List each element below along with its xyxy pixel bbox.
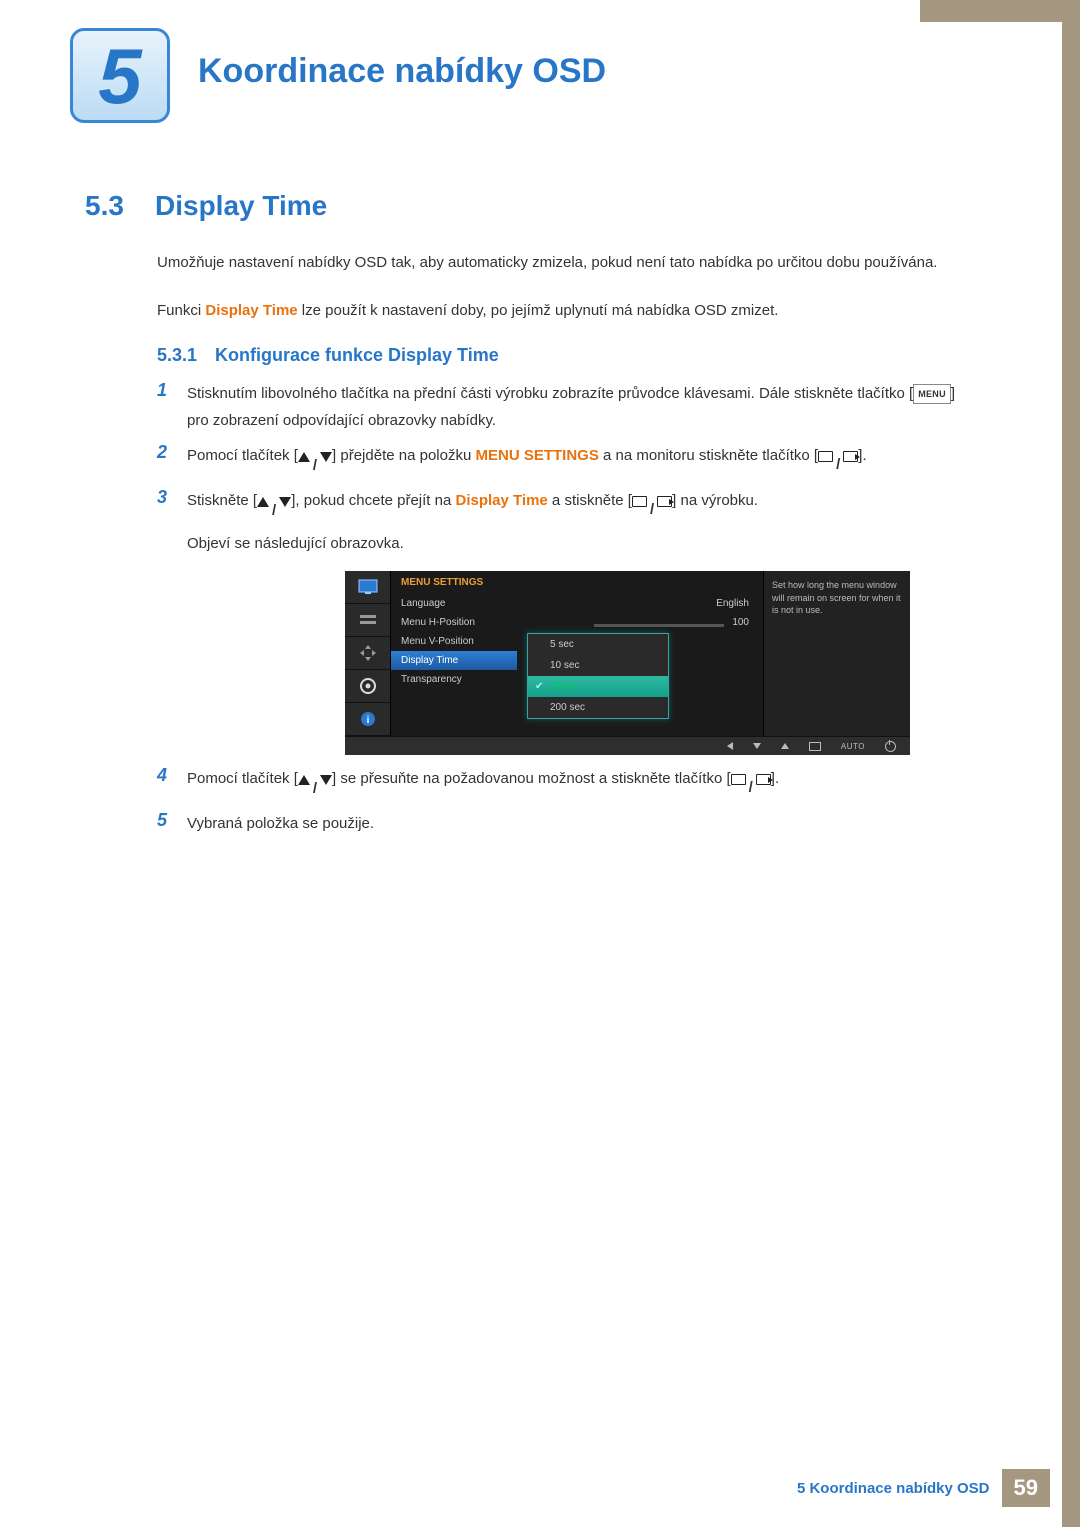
chapter-badge: 5 <box>70 28 170 123</box>
text: Pomocí tlačítek [ <box>187 770 298 787</box>
enter-icon: / <box>632 496 672 523</box>
info-icon: i <box>360 711 376 727</box>
osd-tab-picture-icon <box>345 571 390 604</box>
step-number: 3 <box>157 487 187 557</box>
step-text: Stiskněte [/], pokud chcete přejít na Di… <box>187 487 758 557</box>
value: English <box>716 598 749 609</box>
footer-page-number: 59 <box>1002 1469 1050 1507</box>
chapter-number: 5 <box>98 37 141 115</box>
enter-icon: / <box>731 774 771 801</box>
up-down-icon: / <box>298 775 332 802</box>
chapter-title: Koordinace nabídky OSD <box>198 52 606 91</box>
side-stripe <box>1062 0 1080 1527</box>
top-stripe <box>920 0 1080 22</box>
osd-tab-color-icon <box>345 604 390 637</box>
value: 100 <box>732 617 749 628</box>
page-footer: 5 Koordinace nabídky OSD 59 <box>797 1469 1050 1507</box>
step-number: 1 <box>157 380 187 434</box>
osd-body: MENU SETTINGS Language English Menu H-Po… <box>391 571 763 736</box>
footer-chapter-ref: 5 Koordinace nabídky OSD <box>797 1480 1002 1497</box>
step-text: Pomocí tlačítek [/] se přesuňte na požad… <box>187 765 779 802</box>
text: a stiskněte [ <box>548 492 632 509</box>
text: Funkci <box>157 302 205 319</box>
slider-icon <box>594 624 724 627</box>
osd-popup-option: 5 sec <box>528 634 668 655</box>
osd-row-language: Language English <box>391 594 763 613</box>
power-icon <box>885 741 896 752</box>
highlight-menu-settings: MENU SETTINGS <box>475 447 598 464</box>
text: a na monitoru stiskněte tlačítko [ <box>599 447 818 464</box>
osd-tab-size-icon <box>345 637 390 670</box>
step-3: 3 Stiskněte [/], pokud chcete přejít na … <box>157 487 960 557</box>
section-title: Display Time <box>155 190 327 222</box>
section-number: 5.3 <box>85 190 155 222</box>
section-heading: 5.3 Display Time <box>85 190 960 222</box>
content: 5.3 Display Time Umožňuje nastavení nabí… <box>85 190 960 845</box>
text: Stisknutím libovolného tlačítka na předn… <box>187 385 913 402</box>
down-icon <box>753 743 761 749</box>
bars-icon <box>358 612 378 628</box>
step-4: 4 Pomocí tlačítek [/] se přesuňte na pož… <box>157 765 960 802</box>
intro-paragraph-1: Umožňuje nastavení nabídky OSD tak, aby … <box>157 250 960 276</box>
monitor-icon <box>358 579 378 595</box>
enter-icon <box>809 742 821 751</box>
osd-popup-option: 10 sec <box>528 655 668 676</box>
text: ], pokud chcete přejít na <box>291 492 455 509</box>
enter-icon: / <box>818 451 858 478</box>
highlight-display-time: Display Time <box>456 492 548 509</box>
gear-icon <box>359 677 377 695</box>
text: ] na výrobku. <box>672 492 758 509</box>
left-icon <box>727 742 733 750</box>
osd-tab-info-icon: i <box>345 703 390 736</box>
step-number: 2 <box>157 442 187 479</box>
svg-text:i: i <box>366 715 369 726</box>
subsection-heading: 5.3.1 Konfigurace funkce Display Time <box>157 345 960 366</box>
arrows-icon <box>358 643 378 663</box>
subsection-number: 5.3.1 <box>157 345 215 366</box>
osd-row-vposition: Menu V-Position <box>391 632 541 651</box>
step-2: 2 Pomocí tlačítek [/] přejděte na položk… <box>157 442 960 479</box>
text: ] přejděte na položku <box>332 447 475 464</box>
label: Transparency <box>401 674 462 685</box>
step-number: 4 <box>157 765 187 802</box>
osd-nav-tabs: i <box>345 571 391 736</box>
osd-screenshot: i MENU SETTINGS Language English Menu H-… <box>345 571 910 755</box>
text: ] se přesuňte na požadovanou možnost a s… <box>332 770 731 787</box>
step-text: Pomocí tlačítek [/] přejděte na položku … <box>187 442 867 479</box>
intro-paragraph-2: Funkci Display Time lze použít k nastave… <box>157 298 960 324</box>
label: Display Time <box>401 655 458 666</box>
step-1: 1 Stisknutím libovolného tlačítka na pře… <box>157 380 960 434</box>
up-down-icon: / <box>257 497 291 524</box>
text: Objeví se následující obrazovka. <box>187 535 404 552</box>
step-number: 5 <box>157 810 187 837</box>
osd-tab-settings-icon <box>345 670 390 703</box>
menu-key-icon: MENU <box>913 384 951 404</box>
text: Pomocí tlačítek [ <box>187 447 298 464</box>
label: Menu V-Position <box>401 636 474 647</box>
up-icon <box>781 743 789 749</box>
osd-row-display-time: Display Time <box>391 651 517 670</box>
osd-popup-option-selected: 20 sec <box>528 676 668 697</box>
subsection-title: Konfigurace funkce Display Time <box>215 345 499 366</box>
text: Stiskněte [ <box>187 492 257 509</box>
osd-footer-bar: AUTO <box>345 736 910 755</box>
osd-help-text: Set how long the menu window will remain… <box>763 571 910 736</box>
up-down-icon: / <box>298 452 332 479</box>
label: Language <box>401 598 446 609</box>
text: lze použít k nastavení doby, po jejímž u… <box>298 302 779 319</box>
osd-popup-option: 200 sec <box>528 697 668 718</box>
osd-popup: 5 sec 10 sec 20 sec 200 sec <box>527 633 669 719</box>
step-5: 5 Vybraná položka se použije. <box>157 810 960 837</box>
osd-row-transparency: Transparency <box>391 670 541 689</box>
auto-label: AUTO <box>841 742 865 751</box>
osd-row-hposition: Menu H-Position 100 <box>391 613 763 632</box>
osd-header: MENU SETTINGS <box>391 571 763 592</box>
highlight-display-time: Display Time <box>205 302 297 319</box>
label: Menu H-Position <box>401 617 475 628</box>
step-text: Stisknutím libovolného tlačítka na předn… <box>187 380 960 434</box>
step-text: Vybraná položka se použije. <box>187 810 374 837</box>
